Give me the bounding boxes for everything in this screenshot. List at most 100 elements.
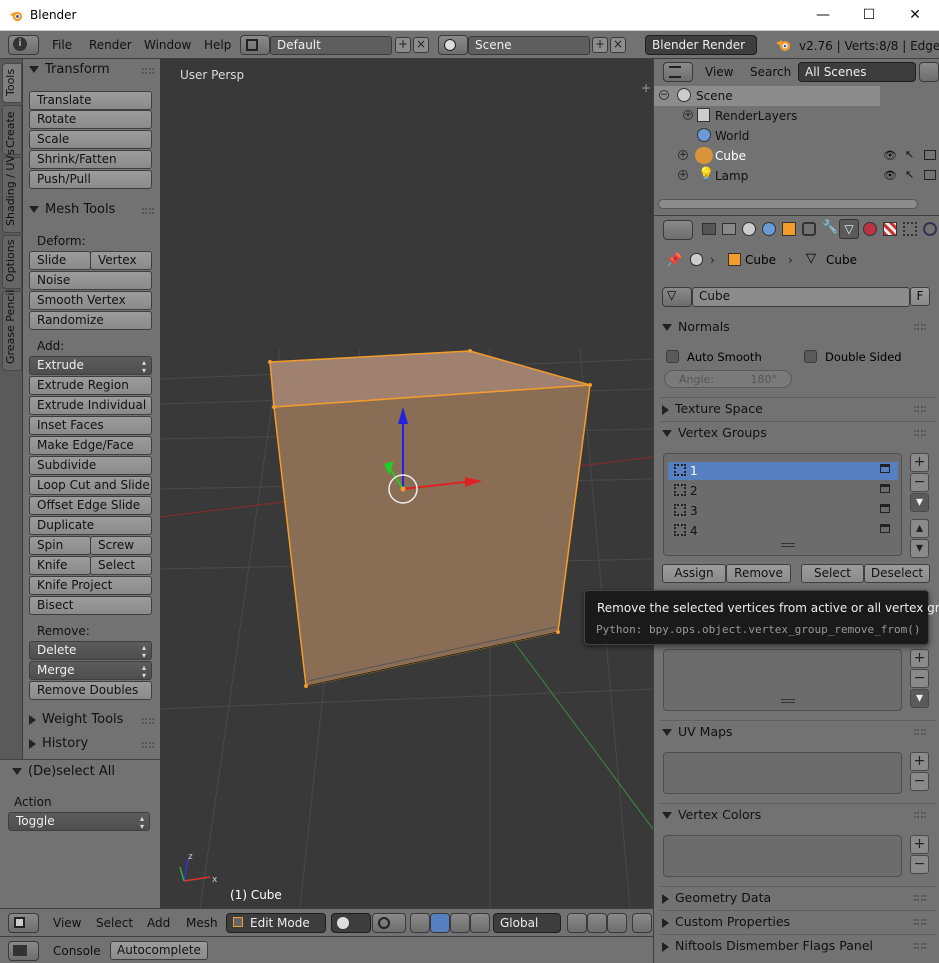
modifiers-tab-icon[interactable]: 🔧 bbox=[822, 220, 838, 235]
render-icon[interactable] bbox=[924, 170, 936, 180]
specials-menu-button[interactable]: ▾ bbox=[910, 689, 929, 708]
delete-dropdown[interactable]: Delete bbox=[29, 641, 152, 660]
menu-help[interactable]: Help bbox=[204, 38, 231, 52]
list-item[interactable]: 2 bbox=[668, 482, 898, 500]
randomize-button[interactable]: Randomize bbox=[29, 311, 152, 330]
remove-doubles-button[interactable]: Remove Doubles bbox=[29, 681, 152, 700]
rotate-button[interactable]: Rotate bbox=[29, 110, 152, 129]
extrude-region-button[interactable]: Extrude Region bbox=[29, 376, 152, 395]
autocomplete-button[interactable]: Autocomplete bbox=[110, 941, 208, 960]
3d-viewport[interactable]: z x + User Persp (1) Cube bbox=[160, 59, 653, 908]
outliner-row-scene[interactable]: − Scene bbox=[654, 86, 880, 106]
plus-icon[interactable]: + bbox=[641, 81, 651, 95]
lock-icon[interactable] bbox=[880, 464, 890, 473]
knife-button[interactable]: Knife bbox=[29, 556, 91, 575]
action-dropdown[interactable]: Toggle bbox=[8, 812, 150, 831]
knife-project-button[interactable]: Knife Project bbox=[29, 576, 152, 595]
history-panel-header[interactable]: History bbox=[29, 736, 88, 751]
editor-type-selector[interactable]: i bbox=[8, 35, 39, 55]
shrink-fatten-button[interactable]: Shrink/Fatten bbox=[29, 150, 152, 169]
editor-type-selector[interactable] bbox=[663, 62, 693, 82]
drag-grip-icon[interactable] bbox=[142, 208, 154, 214]
material-tab-icon[interactable] bbox=[863, 222, 877, 236]
scene-tab-icon[interactable] bbox=[742, 222, 756, 236]
lock-icon[interactable] bbox=[880, 484, 890, 493]
menu-window[interactable]: Window bbox=[144, 38, 191, 52]
deselect-group-button[interactable]: Deselect bbox=[864, 564, 930, 583]
add-vertex-group-button[interactable]: + bbox=[910, 453, 929, 472]
list-item[interactable]: 4 bbox=[668, 522, 898, 540]
menu-view[interactable]: View bbox=[705, 65, 733, 79]
world-tab-icon[interactable] bbox=[762, 222, 776, 236]
transform-panel-header[interactable]: Transform bbox=[29, 62, 110, 77]
remove-vertex-group-button[interactable]: − bbox=[910, 473, 929, 492]
custom-properties-panel-header[interactable]: Custom Properties bbox=[662, 914, 932, 929]
tab-shading-uvs[interactable]: Shading / UVs bbox=[2, 149, 22, 233]
lock-icon[interactable] bbox=[880, 504, 890, 513]
list-resize-grip-icon[interactable] bbox=[781, 543, 795, 547]
knife-select-button[interactable]: Select bbox=[90, 556, 152, 575]
vertex-select-mode-button[interactable] bbox=[567, 913, 587, 933]
specials-menu-button[interactable]: ▾ bbox=[910, 493, 929, 512]
operator-panel-header[interactable]: (De)select All bbox=[12, 764, 115, 779]
drag-grip-icon[interactable] bbox=[914, 729, 926, 735]
outliner-scrollbar[interactable] bbox=[658, 199, 918, 209]
inset-faces-button[interactable]: Inset Faces bbox=[29, 416, 152, 435]
vertex-groups-panel-header[interactable]: Vertex Groups bbox=[662, 425, 932, 440]
add-shape-key-button[interactable]: + bbox=[910, 649, 929, 668]
data-tab-icon[interactable]: ▽ bbox=[839, 219, 859, 239]
render-engine-selector[interactable]: Blender Render bbox=[645, 35, 757, 55]
texture-space-panel-header[interactable]: Texture Space bbox=[662, 401, 932, 416]
menu-file[interactable]: File bbox=[52, 38, 72, 52]
vertex-colors-list[interactable] bbox=[663, 835, 902, 877]
menu-add[interactable]: Add bbox=[147, 916, 170, 930]
noise-button[interactable]: Noise bbox=[29, 271, 152, 290]
transform-orientation-selector[interactable]: Global bbox=[493, 913, 561, 933]
slide-vertex-button[interactable]: Vertex bbox=[90, 251, 152, 270]
render-tab-icon[interactable] bbox=[702, 223, 716, 235]
menu-search[interactable]: Search bbox=[750, 65, 791, 79]
maximize-button[interactable]: ☐ bbox=[846, 0, 892, 31]
geometry-data-panel-header[interactable]: Geometry Data bbox=[662, 890, 932, 905]
mesh-browse-button[interactable]: ▽ bbox=[662, 287, 692, 307]
translate-button[interactable]: Translate bbox=[29, 91, 152, 110]
bisect-button[interactable]: Bisect bbox=[29, 596, 152, 615]
assign-button[interactable]: Assign bbox=[662, 564, 726, 583]
screw-button[interactable]: Screw bbox=[90, 536, 152, 555]
fake-user-button[interactable]: F bbox=[910, 287, 930, 306]
list-resize-grip-icon[interactable] bbox=[781, 699, 795, 703]
eye-icon[interactable]: 👁 bbox=[883, 149, 897, 162]
weight-tools-panel-header[interactable]: Weight Tools bbox=[29, 712, 123, 727]
scale-manipulator-toggle[interactable] bbox=[470, 913, 490, 933]
push-pull-button[interactable]: Push/Pull bbox=[29, 170, 152, 189]
wrench-icon[interactable] bbox=[919, 62, 939, 82]
screen-layout-field[interactable]: Default bbox=[270, 36, 392, 55]
close-button[interactable]: ✕ bbox=[892, 0, 938, 31]
drag-grip-icon[interactable] bbox=[914, 324, 926, 330]
drag-grip-icon[interactable] bbox=[914, 943, 926, 949]
normals-panel-header[interactable]: Normals bbox=[662, 319, 932, 334]
select-group-button[interactable]: Select bbox=[801, 564, 864, 583]
mesh-name-field[interactable]: Cube bbox=[692, 287, 910, 307]
list-item[interactable]: 1 bbox=[668, 462, 898, 480]
offset-edge-slide-button[interactable]: Offset Edge Slide bbox=[29, 496, 152, 515]
smooth-vertex-button[interactable]: Smooth Vertex bbox=[29, 291, 152, 310]
shape-keys-list[interactable] bbox=[663, 649, 902, 711]
menu-view[interactable]: View bbox=[53, 916, 81, 930]
add-scene-button[interactable]: + bbox=[592, 37, 608, 53]
cube-mesh[interactable] bbox=[268, 349, 592, 688]
add-screen-button[interactable]: + bbox=[395, 37, 411, 53]
render-layers-tab-icon[interactable] bbox=[722, 223, 736, 235]
merge-dropdown[interactable]: Merge bbox=[29, 661, 152, 680]
scene-selector[interactable] bbox=[438, 35, 468, 55]
outliner-row-cube[interactable]: + Cube 👁 ↖ bbox=[654, 146, 939, 166]
pivot-point-selector[interactable] bbox=[372, 913, 406, 933]
editor-type-selector[interactable] bbox=[663, 220, 693, 240]
vertex-colors-panel-header[interactable]: Vertex Colors bbox=[662, 807, 932, 822]
eye-icon[interactable]: 👁 bbox=[883, 169, 897, 182]
particles-tab-icon[interactable] bbox=[903, 222, 917, 236]
physics-tab-icon[interactable] bbox=[923, 222, 937, 236]
add-uv-map-button[interactable]: + bbox=[910, 752, 929, 771]
drag-grip-icon[interactable] bbox=[142, 68, 154, 74]
outliner-row-world[interactable]: World bbox=[654, 126, 939, 146]
